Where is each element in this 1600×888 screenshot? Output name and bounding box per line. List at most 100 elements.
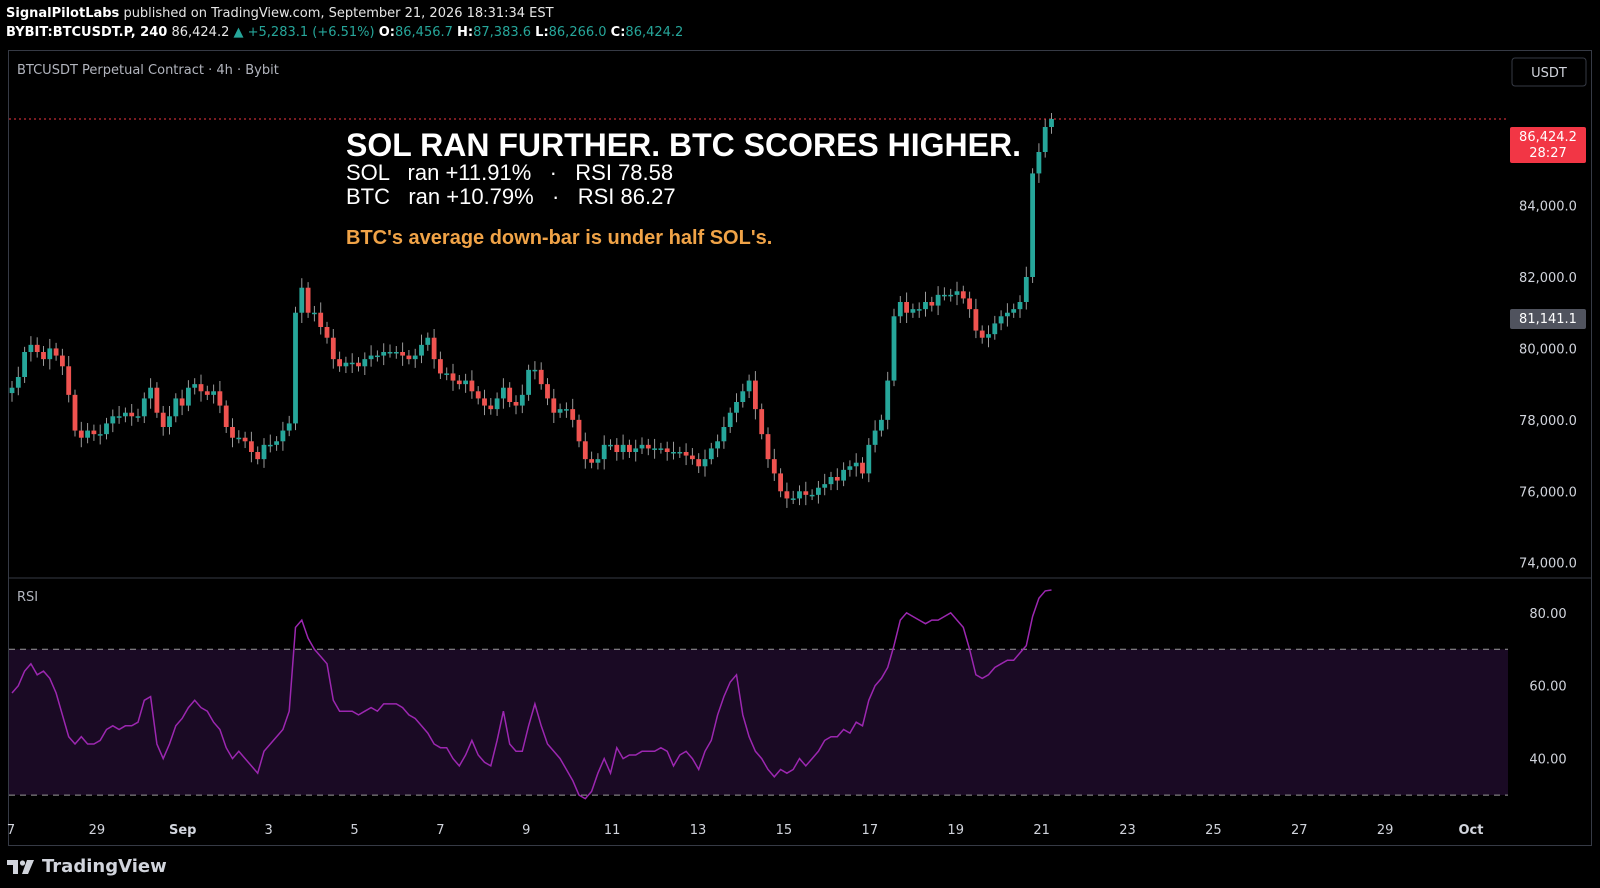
price-tick-label: 84,000.0 xyxy=(1519,200,1577,215)
candle xyxy=(41,346,46,366)
countdown-tag-value: 28:27 xyxy=(1529,146,1566,161)
candle xyxy=(261,438,267,468)
candle-body xyxy=(97,434,103,436)
candle-body xyxy=(564,409,569,411)
candle xyxy=(501,378,506,409)
candle xyxy=(891,308,897,387)
candle xyxy=(318,302,324,335)
candle xyxy=(860,457,865,479)
candle-body xyxy=(671,452,676,454)
candle-body xyxy=(601,444,607,460)
candle xyxy=(740,383,746,408)
candle-body xyxy=(299,287,305,313)
candle-body xyxy=(179,398,185,406)
candle xyxy=(771,448,777,481)
candle-body xyxy=(639,444,645,449)
candle xyxy=(53,342,59,361)
candle-body xyxy=(702,459,708,467)
candle-body xyxy=(236,437,242,440)
candle-body xyxy=(532,369,538,372)
candle-body xyxy=(545,384,550,399)
candle xyxy=(847,460,853,477)
candle-body xyxy=(488,405,494,410)
candle-body xyxy=(620,444,626,452)
candle-body xyxy=(330,337,336,360)
candle xyxy=(778,468,783,498)
candle-body xyxy=(286,423,292,431)
candle xyxy=(438,351,443,379)
pane-legend[interactable]: BTCUSDT Perpetual Contract · 4h · Bybit xyxy=(17,63,279,78)
candle xyxy=(129,404,135,426)
candle xyxy=(337,351,342,372)
candle xyxy=(923,291,928,317)
candle xyxy=(412,348,418,368)
candle-body xyxy=(400,352,405,356)
rsi-legend[interactable]: RSI xyxy=(17,590,38,605)
candle xyxy=(532,361,538,380)
candle-body xyxy=(589,459,594,463)
candle xyxy=(538,362,544,390)
candle-body xyxy=(1005,312,1010,317)
candle-body xyxy=(230,427,235,438)
candle xyxy=(948,288,954,302)
candle xyxy=(570,398,576,428)
time-axis[interactable]: 7 29 Sep 3 5 7 9 11 13 15 17 19 21 23 25 27 29 Oct xyxy=(7,823,1484,838)
price-axis[interactable]: 74,000.0 76,000.0 78,000.0 80,000.0 82,000.0… xyxy=(1519,200,1577,572)
candle xyxy=(853,453,859,477)
candle xyxy=(784,482,790,508)
candle-body xyxy=(816,487,821,495)
candle-body xyxy=(324,327,330,338)
candle-body xyxy=(15,377,21,388)
candle xyxy=(664,441,670,461)
candle-body xyxy=(293,312,298,424)
candle-body xyxy=(683,452,689,456)
rsi-tick-label: 80.00 xyxy=(1529,607,1566,622)
candle xyxy=(1005,303,1010,327)
candle xyxy=(967,291,972,318)
currency-button-label[interactable]: USDT xyxy=(1531,66,1567,81)
candle-body xyxy=(526,369,531,395)
candle-body xyxy=(494,398,500,410)
candle-body xyxy=(475,391,481,399)
candle xyxy=(167,406,172,435)
time-tick-label: 7 xyxy=(436,823,444,838)
prev-close-tag-value: 81,141.1 xyxy=(1519,312,1577,327)
candle-body xyxy=(1011,309,1017,313)
candle-body xyxy=(60,355,65,367)
candle-body xyxy=(1030,173,1035,277)
annotation-note: BTC's average down-bar is under half SOL… xyxy=(346,227,772,249)
candle-body xyxy=(551,398,557,413)
candle xyxy=(116,406,122,424)
candle xyxy=(589,451,594,469)
candle-body xyxy=(1049,118,1054,127)
candle-body xyxy=(753,380,758,410)
candle-body xyxy=(41,352,46,360)
candle xyxy=(803,481,809,506)
candle-body xyxy=(53,348,59,356)
candle-body xyxy=(822,484,828,488)
candle-body xyxy=(803,491,809,495)
candle xyxy=(173,393,179,423)
candle xyxy=(356,357,361,372)
candle-body xyxy=(154,387,160,413)
candle xyxy=(696,453,702,474)
time-tick-label: 7 xyxy=(7,823,15,838)
candle-body xyxy=(797,491,802,499)
candle-body xyxy=(104,423,109,435)
candle xyxy=(280,421,286,451)
candle xyxy=(942,287,947,301)
annotation-line-sol: SOL ran +11.91% · RSI 78.58 xyxy=(346,160,673,185)
candle-body xyxy=(192,384,198,388)
candle-body xyxy=(872,430,878,445)
candle xyxy=(148,378,153,409)
candle-body xyxy=(387,352,393,354)
tradingview-logo[interactable]: TradingView xyxy=(6,856,167,877)
candle-body xyxy=(469,380,475,392)
last-price-tag-value: 86,424.2 xyxy=(1519,130,1577,145)
candle-body xyxy=(280,430,286,442)
candle xyxy=(450,363,456,391)
candle-body xyxy=(393,352,399,354)
chart-canvas[interactable]: BTCUSDT Perpetual Contract · 4h · Bybit … xyxy=(0,0,1600,888)
candle xyxy=(790,490,796,504)
candle xyxy=(614,438,620,461)
